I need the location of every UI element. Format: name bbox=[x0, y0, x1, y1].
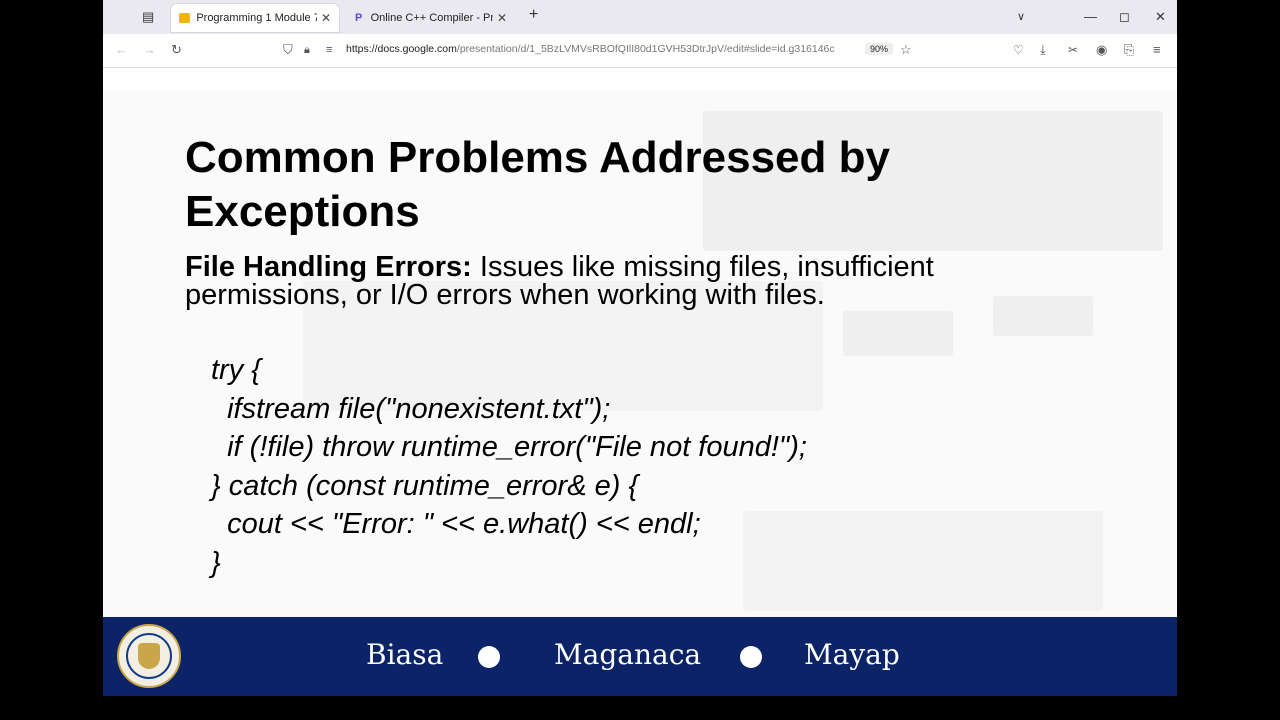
programiz-icon: P bbox=[355, 12, 363, 24]
motto-maganaca: Maganaca bbox=[554, 638, 702, 671]
close-tab-icon[interactable]: ✕ bbox=[321, 11, 331, 25]
permissions-icon[interactable]: ≡ bbox=[326, 42, 332, 58]
code-block: try { ifstream file("nonexistent.txt"); … bbox=[211, 351, 807, 582]
background-building-image bbox=[843, 311, 953, 356]
separator-dot bbox=[740, 646, 762, 668]
code-line: ifstream file("nonexistent.txt"); bbox=[211, 392, 611, 425]
extensions-icon[interactable]: ⎘ bbox=[1124, 42, 1134, 58]
code-line: if (!file) throw runtime_error("File not… bbox=[211, 431, 807, 463]
forward-icon[interactable]: → bbox=[143, 42, 156, 58]
google-slides-icon bbox=[179, 13, 191, 23]
account-icon[interactable]: ◉ bbox=[1096, 42, 1107, 58]
tab-programming-module[interactable]: Programming 1 Module 7.pptx ✕ bbox=[171, 4, 339, 32]
code-line: } bbox=[211, 546, 221, 579]
presentation-slide: Common Problems Addressed by Exceptions … bbox=[103, 91, 1177, 696]
lock-icon[interactable]: 🔒︎ bbox=[304, 42, 310, 58]
motto-biasa: Biasa bbox=[366, 638, 444, 671]
code-line: cout << "Error: " << e.what() << endl; bbox=[211, 508, 701, 540]
slide-title: Common Problems Addressed by Exceptions bbox=[185, 133, 890, 236]
tab-overview-icon[interactable]: ▤ bbox=[142, 8, 154, 26]
code-line: } catch (const runtime_error& e) { bbox=[211, 469, 639, 502]
back-icon[interactable]: ← bbox=[115, 42, 128, 58]
university-seal-logo bbox=[117, 624, 181, 688]
tab-strip: ▤ Programming 1 Module 7.pptx ✕ P Online… bbox=[103, 0, 1177, 34]
reload-icon[interactable]: ↻ bbox=[171, 42, 182, 58]
zoom-level[interactable]: 90% bbox=[865, 43, 894, 55]
tab-label: Programming 1 Module 7.pptx bbox=[196, 12, 317, 24]
url-path: /presentation/d/1_5BzLVMVsRBOfQIlI80d1GV… bbox=[456, 43, 835, 55]
code-line: try { bbox=[211, 354, 261, 386]
browser-window: ▤ Programming 1 Module 7.pptx ✕ P Online… bbox=[103, 0, 1177, 696]
navigation-bar: ← → ↻ ⛉ 🔒︎ ≡ https://docs.google.com/pre… bbox=[103, 34, 1177, 68]
new-tab-icon[interactable]: + bbox=[529, 6, 538, 24]
close-window-icon[interactable]: ✕ bbox=[1155, 8, 1166, 26]
tab-label: Online C++ Compiler - Programiz bbox=[370, 12, 493, 24]
slide-body-text: File Handling Errors: Issues like missin… bbox=[185, 253, 1065, 310]
list-all-tabs-icon[interactable]: ∨ bbox=[1017, 8, 1025, 26]
close-tab-icon[interactable]: ✕ bbox=[497, 11, 507, 25]
pocket-icon[interactable]: ♡ bbox=[1013, 42, 1024, 58]
maximize-icon[interactable]: ◻ bbox=[1119, 8, 1130, 26]
shield-icon[interactable]: ⛉ bbox=[283, 42, 293, 58]
address-bar[interactable]: https://docs.google.com/presentation/d/1… bbox=[346, 43, 858, 55]
screenshot-icon[interactable]: ✂ bbox=[1068, 42, 1078, 58]
bookmark-star-icon[interactable]: ☆ bbox=[900, 42, 912, 58]
slide-footer: Biasa Maganaca Mayap bbox=[103, 617, 1177, 696]
tab-online-compiler[interactable]: P Online C++ Compiler - Programiz ✕ bbox=[347, 4, 515, 32]
url-host: https://docs.google.com bbox=[346, 43, 457, 55]
downloads-icon[interactable]: ⤓ bbox=[1040, 42, 1046, 58]
separator-dot bbox=[478, 646, 500, 668]
minimize-icon[interactable]: — bbox=[1084, 8, 1097, 26]
menu-icon[interactable]: ≡ bbox=[1153, 42, 1161, 58]
motto-mayap: Mayap bbox=[804, 638, 900, 671]
